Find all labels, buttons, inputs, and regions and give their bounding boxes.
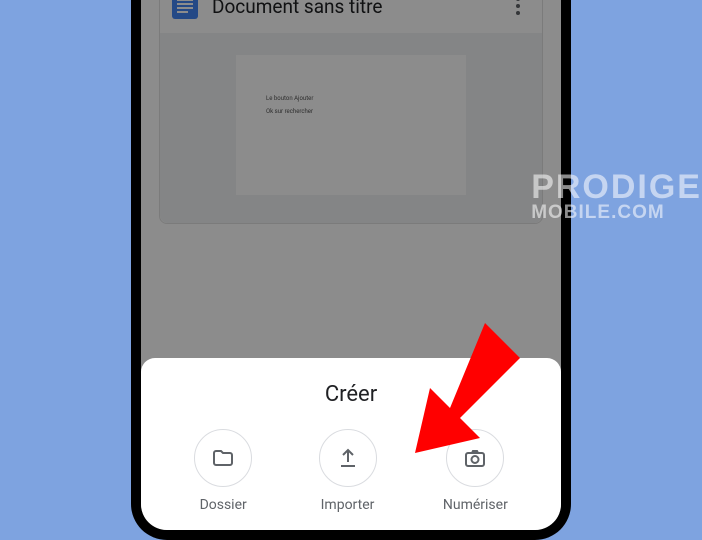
- upload-icon: [319, 429, 377, 487]
- more-options-icon[interactable]: [506, 0, 530, 18]
- import-button[interactable]: Importer: [319, 429, 377, 513]
- action-label: Importer: [321, 497, 375, 513]
- sheet-title: Créer: [141, 382, 561, 407]
- preview-page: Le bouton Ajouter Ok sur rechercher: [236, 55, 466, 195]
- action-row: Dossier Importer: [141, 429, 561, 513]
- preview-text-line: Le bouton Ajouter: [266, 95, 436, 102]
- camera-icon: [446, 429, 504, 487]
- folder-icon: [194, 429, 252, 487]
- create-folder-button[interactable]: Dossier: [194, 429, 252, 513]
- document-header: Document sans titre: [160, 0, 542, 33]
- drive-content: Activité enregistrée Document sans titre…: [141, 0, 561, 224]
- action-label: Numériser: [443, 497, 508, 513]
- phone-frame: Activité enregistrée Document sans titre…: [131, 0, 571, 540]
- create-bottom-sheet: Créer Dossier: [141, 358, 561, 530]
- preview-text-line: Ok sur rechercher: [266, 108, 436, 115]
- phone-screen: Activité enregistrée Document sans titre…: [141, 0, 561, 530]
- action-label: Dossier: [200, 497, 247, 513]
- document-card[interactable]: Document sans titre Le bouton Ajouter Ok…: [159, 0, 543, 224]
- document-preview: Le bouton Ajouter Ok sur rechercher: [160, 33, 542, 223]
- docs-icon: [172, 0, 198, 19]
- scan-button[interactable]: Numériser: [443, 429, 508, 513]
- document-title: Document sans titre: [212, 0, 492, 18]
